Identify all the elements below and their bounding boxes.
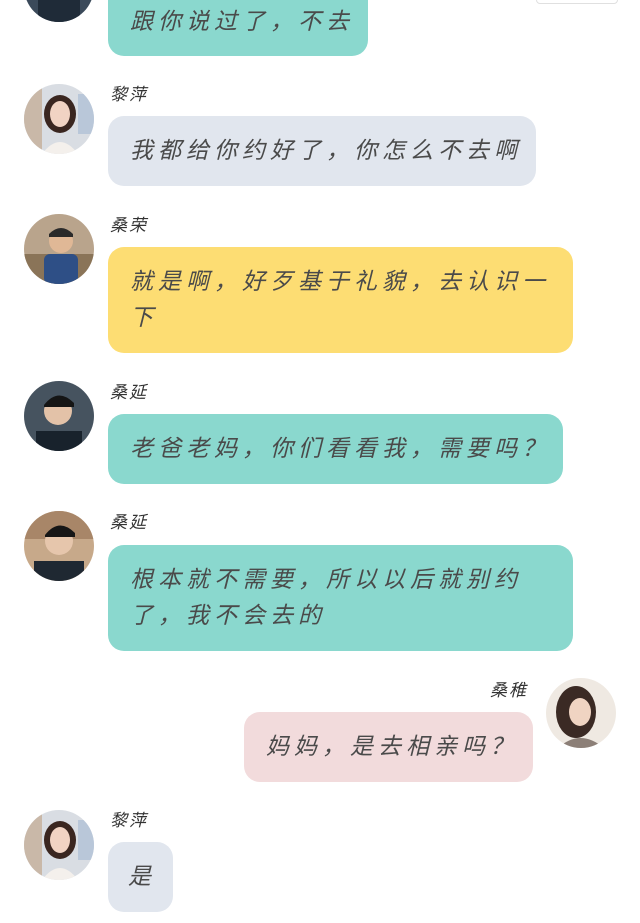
avatar-sang-yan[interactable] — [24, 511, 94, 581]
avatar-sang-zhi[interactable] — [546, 678, 616, 748]
message-bubble[interactable]: 跟你说过了，不去 — [108, 0, 368, 56]
message-bubble[interactable]: 就是啊，好歹基于礼貌，去认识一下 — [108, 247, 573, 353]
message-bubble[interactable]: 老爸老妈，你们看看我，需要吗？ — [108, 414, 563, 484]
sender-name: 桑延 — [110, 383, 148, 403]
message-bubble[interactable]: 我都给你约好了，你怎么不去啊 — [108, 116, 536, 186]
avatar-sang-yan[interactable] — [24, 0, 94, 22]
sender-name: 桑延 — [110, 513, 148, 533]
message-text: 老爸老妈，你们看看我，需要吗？ — [130, 436, 550, 462]
message-bubble[interactable]: 妈妈，是去相亲吗？ — [244, 712, 533, 782]
message-bubble[interactable]: 根本就不需要，所以以后就别约了，我不会去的 — [108, 545, 573, 651]
avatar-li-ping[interactable] — [24, 84, 94, 154]
sender-name: 桑荣 — [110, 216, 148, 236]
avatar-sang-rong[interactable] — [24, 214, 94, 284]
sender-name: 桑稚 — [490, 681, 528, 701]
top-bubble-fragment — [536, 0, 618, 4]
message-text: 是 — [128, 864, 156, 890]
message-text: 我都给你约好了，你怎么不去啊 — [130, 138, 522, 164]
avatar-li-ping[interactable] — [24, 810, 94, 880]
message-text: 就是啊，好歹基于礼貌，去认识一下 — [130, 269, 550, 331]
message-text: 跟你说过了，不去 — [130, 9, 354, 35]
avatar-sang-yan[interactable] — [24, 381, 94, 451]
sender-name: 黎萍 — [110, 811, 148, 831]
message-bubble[interactable]: 是 — [108, 842, 173, 912]
message-text: 妈妈，是去相亲吗？ — [266, 734, 518, 760]
sender-name: 黎萍 — [110, 85, 148, 105]
message-text: 根本就不需要，所以以后就别约了，我不会去的 — [130, 567, 522, 629]
